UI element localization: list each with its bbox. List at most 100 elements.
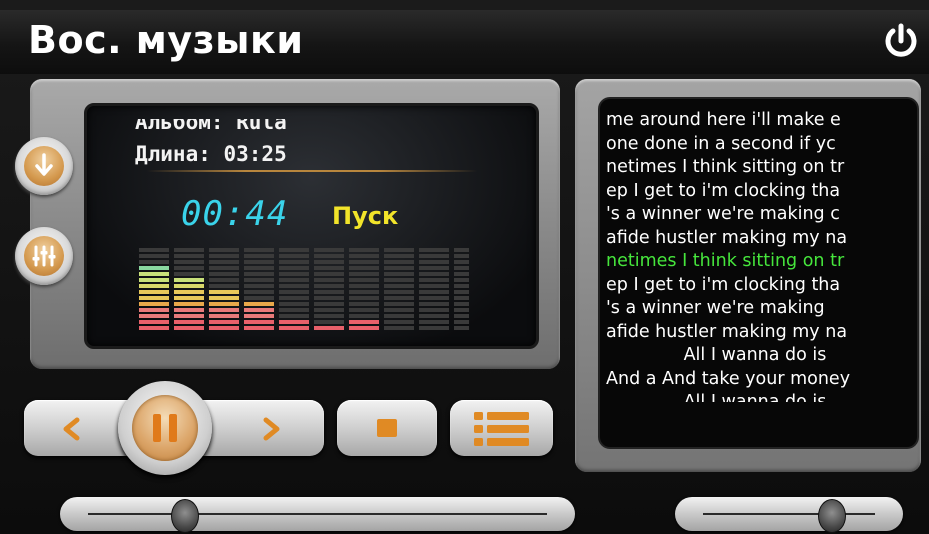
next-button[interactable] <box>222 404 318 452</box>
equalizer-segment <box>349 266 379 270</box>
equalizer-segment <box>419 254 449 258</box>
progress-slider[interactable] <box>60 497 575 531</box>
progress-slider-thumb[interactable] <box>171 499 199 533</box>
playlist-button[interactable] <box>450 400 553 456</box>
equalizer-segment <box>209 302 239 306</box>
equalizer-segment <box>209 290 239 294</box>
equalizer-segment <box>349 272 379 276</box>
equalizer-segment <box>454 284 469 288</box>
equalizer-segment <box>419 290 449 294</box>
equalizer-segment <box>244 248 274 252</box>
volume-slider-thumb[interactable] <box>818 499 846 533</box>
equalizer-segment <box>314 284 344 288</box>
equalizer-button[interactable] <box>15 227 73 285</box>
equalizer-segment <box>174 284 204 288</box>
equalizer-segment <box>139 308 169 312</box>
equalizer-segment <box>419 272 449 276</box>
power-button[interactable] <box>882 22 920 60</box>
equalizer-segment <box>279 260 309 264</box>
equalizer-segment <box>314 326 344 330</box>
equalizer-segment <box>174 290 204 294</box>
elapsed-time: 00:44 <box>181 194 289 234</box>
lyric-line: afide hustler making my na <box>606 227 848 248</box>
pause-button[interactable] <box>118 381 212 475</box>
equalizer-segment <box>454 290 469 294</box>
equalizer-segment <box>279 302 309 306</box>
lyric-line: 's a winner we're making <box>606 298 825 318</box>
equalizer-segment <box>244 296 274 300</box>
equalizer-segment <box>384 296 414 300</box>
equalizer-segment <box>174 254 204 258</box>
equalizer-segment <box>244 290 274 294</box>
equalizer-segment <box>384 248 414 252</box>
download-button[interactable] <box>15 137 73 195</box>
equalizer-segment <box>244 284 274 288</box>
equalizer-segment <box>139 320 169 324</box>
equalizer-segment <box>349 320 379 324</box>
equalizer-segment <box>174 296 204 300</box>
pause-icon <box>153 414 177 442</box>
equalizer-segment <box>454 308 469 312</box>
equalizer-segment <box>139 314 169 318</box>
equalizer-segment <box>349 290 379 294</box>
equalizer-segment <box>139 326 169 330</box>
chevron-left-icon <box>63 417 80 441</box>
lyrics-list: me around here i'll make e one done in a… <box>606 109 904 402</box>
playback-status: Пуск <box>332 202 399 230</box>
equalizer-segment <box>279 296 309 300</box>
equalizer-segment <box>244 254 274 258</box>
stop-button[interactable] <box>337 400 437 456</box>
page-title: Вос. музыки <box>28 18 304 62</box>
equalizer-segment <box>349 254 379 258</box>
equalizer-segment <box>419 278 449 282</box>
equalizer-segment <box>454 272 469 276</box>
equalizer-segment <box>244 326 274 330</box>
equalizer-segment <box>384 266 414 270</box>
equalizer-segment <box>349 248 379 252</box>
equalizer-segment <box>349 326 379 330</box>
equalizer-segment <box>139 302 169 306</box>
equalizer-segment <box>419 326 449 330</box>
equalizer-segment <box>454 248 469 252</box>
equalizer-segment <box>139 284 169 288</box>
equalizer-segment <box>314 266 344 270</box>
equalizer-segment <box>279 248 309 252</box>
equalizer-segment <box>384 260 414 264</box>
equalizer-segment <box>279 272 309 276</box>
equalizer-segment <box>349 284 379 288</box>
equalizer-segment <box>349 302 379 306</box>
equalizer-segment <box>314 302 344 306</box>
equalizer-segment <box>139 266 169 270</box>
volume-slider[interactable] <box>675 497 903 531</box>
equalizer-segment <box>419 320 449 324</box>
equalizer-segment <box>139 254 169 258</box>
equalizer-segment <box>209 296 239 300</box>
lyrics-display[interactable]: me around here i'll make e one done in a… <box>598 97 919 449</box>
lyric-line: 's a winner we're making c <box>606 204 840 224</box>
previous-button[interactable] <box>34 404 114 452</box>
equalizer-segment <box>244 302 274 306</box>
equalizer-segment <box>139 290 169 294</box>
equalizer-segment <box>314 296 344 300</box>
equalizer-segment <box>244 278 274 282</box>
equalizer-segment <box>209 266 239 270</box>
equalizer-segment <box>209 314 239 318</box>
equalizer-segment <box>279 320 309 324</box>
arrow-down-icon <box>35 153 53 176</box>
equalizer-segment <box>209 308 239 312</box>
lyric-line: me around here i'll make e <box>606 110 841 130</box>
duration-info: Длина: 03:25 <box>135 142 287 166</box>
lyric-line: All I wanna do is <box>683 345 827 365</box>
equalizer-segment <box>139 278 169 282</box>
equalizer-segment <box>419 308 449 312</box>
equalizer-segment <box>349 278 379 282</box>
equalizer-segment <box>244 272 274 276</box>
equalizer-segment <box>174 326 204 330</box>
equalizer-segment <box>384 254 414 258</box>
equalizer-segment <box>454 260 469 264</box>
equalizer-segment <box>139 272 169 276</box>
equalizer-visualizer <box>139 248 469 330</box>
equalizer-segment <box>244 320 274 324</box>
equalizer-segment <box>244 308 274 312</box>
equalizer-segment <box>209 320 239 324</box>
